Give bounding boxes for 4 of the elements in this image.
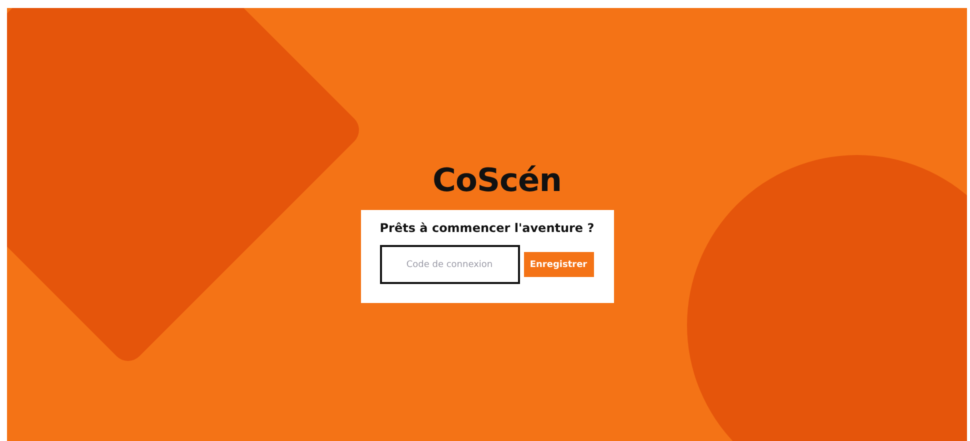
code-field[interactable]: Code de connexion bbox=[380, 245, 520, 284]
card-title: Prêts à commencer l'aventure ? bbox=[380, 221, 594, 235]
logo: CoScén bbox=[432, 160, 562, 200]
submit-button[interactable]: Enregistrer bbox=[524, 252, 594, 277]
